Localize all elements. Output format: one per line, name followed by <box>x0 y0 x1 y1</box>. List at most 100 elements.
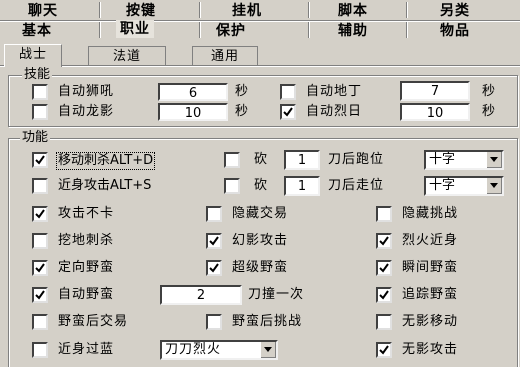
check-mark-icon <box>283 107 293 117</box>
dig-stab-label: 挖地刺杀 <box>58 233 115 248</box>
auto-barbarian-label: 自动野蛮 <box>58 287 115 302</box>
dropdown-button[interactable] <box>486 152 502 168</box>
challenge-after-barbarian-label: 野蛮后挑战 <box>232 314 303 329</box>
super-barbarian-checkbox[interactable] <box>206 260 222 276</box>
hide-challenge-label: 隐藏挑战 <box>402 206 459 221</box>
chevron-down-icon <box>490 183 498 188</box>
chop-walk-count[interactable]: 1 <box>284 176 320 196</box>
chop-walk-label: 砍 <box>254 178 269 193</box>
auto-lion-roar-seconds[interactable]: 6 <box>158 83 228 101</box>
auto-ground-spike-checkbox[interactable] <box>280 84 296 100</box>
check-mark-icon <box>209 263 219 273</box>
subtab-general[interactable]: 通用 <box>192 46 258 67</box>
dropdown-button[interactable] <box>260 342 276 358</box>
track-barbarian-checkbox[interactable] <box>376 287 392 303</box>
tab-divider <box>99 22 101 38</box>
shadowless-attack-label: 无影攻击 <box>402 342 459 357</box>
auto-barbarian-suffix: 刀撞一次 <box>248 287 305 302</box>
auto-lion-roar-label: 自动狮吼 <box>58 84 115 99</box>
check-mark-icon <box>35 290 45 300</box>
skills-group-legend: 技能 <box>22 67 53 82</box>
auto-barbarian-count[interactable]: 2 <box>160 285 242 305</box>
attack-no-lag-checkbox[interactable] <box>32 206 48 222</box>
trade-after-barbarian-checkbox[interactable] <box>32 314 48 330</box>
close-cross-blue-label: 近身过蓝 <box>58 342 115 357</box>
auto-dragon-shadow-label: 自动龙影 <box>58 104 115 119</box>
chop-walk-suffix: 刀后走位 <box>328 178 385 193</box>
chop-run-count[interactable]: 1 <box>284 150 320 170</box>
auto-blazing-sun-seconds[interactable]: 10 <box>400 103 470 121</box>
tab-script[interactable]: 脚本 <box>338 2 368 20</box>
subtab-warrior[interactable]: 战士 <box>4 44 62 67</box>
hide-challenge-checkbox[interactable] <box>376 206 392 222</box>
move-stab-label: 移动刺杀ALT+D <box>56 152 156 170</box>
tab-divider <box>199 22 201 38</box>
hide-trade-checkbox[interactable] <box>206 206 222 222</box>
subtab-baseline <box>0 65 520 67</box>
unit-seconds: 秒 <box>235 84 250 99</box>
tab-chat[interactable]: 聊天 <box>28 2 58 20</box>
function-group-legend: 功能 <box>20 130 51 145</box>
close-attack-label: 近身攻击ALT+S <box>58 178 152 193</box>
chop-run-label: 砍 <box>254 152 269 167</box>
auto-blazing-sun-checkbox[interactable] <box>280 104 296 120</box>
chop-run-select[interactable]: 十字 <box>424 150 504 170</box>
instant-barbarian-label: 瞬间野蛮 <box>402 260 459 275</box>
track-barbarian-label: 追踪野蛮 <box>402 287 459 302</box>
blazing-fire-close-checkbox[interactable] <box>376 233 392 249</box>
tab-protection[interactable]: 保护 <box>216 22 246 40</box>
instant-barbarian-checkbox[interactable] <box>376 260 392 276</box>
tab-profession[interactable]: 职业 <box>116 20 154 38</box>
unit-seconds: 秒 <box>235 104 250 119</box>
phantom-attack-label: 幻影攻击 <box>232 233 289 248</box>
tab-idle[interactable]: 挂机 <box>232 2 262 20</box>
chevron-down-icon <box>264 347 272 352</box>
chop-walk-select[interactable]: 十字 <box>424 176 504 196</box>
unit-seconds: 秒 <box>482 84 497 99</box>
tab-divider <box>99 2 101 18</box>
tab-divider <box>308 22 310 38</box>
tab-basic[interactable]: 基本 <box>22 22 52 40</box>
tab-keys[interactable]: 按键 <box>126 2 156 20</box>
directed-barbarian-label: 定向野蛮 <box>58 260 115 275</box>
dig-stab-checkbox[interactable] <box>32 233 48 249</box>
chop-walk-checkbox[interactable] <box>224 178 240 194</box>
auto-barbarian-checkbox[interactable] <box>32 287 48 303</box>
tab-divider <box>199 2 201 18</box>
tab-divider <box>406 2 408 18</box>
check-mark-icon <box>35 155 45 165</box>
move-stab-checkbox[interactable] <box>32 152 48 168</box>
shadowless-attack-checkbox[interactable] <box>376 342 392 358</box>
challenge-after-barbarian-checkbox[interactable] <box>206 314 222 330</box>
dropdown-button[interactable] <box>486 178 502 194</box>
tab-divider <box>406 22 408 38</box>
phantom-attack-checkbox[interactable] <box>206 233 222 249</box>
close-cross-blue-select-value: 刀刀烈火 <box>165 342 222 357</box>
auto-dragon-shadow-checkbox[interactable] <box>32 104 48 120</box>
close-attack-checkbox[interactable] <box>32 178 48 194</box>
check-mark-icon <box>209 236 219 246</box>
close-cross-blue-select[interactable]: 刀刀烈火 <box>160 340 278 360</box>
shadowless-move-label: 无影移动 <box>402 314 459 329</box>
attack-no-lag-label: 攻击不卡 <box>58 206 115 221</box>
chevron-down-icon <box>490 157 498 162</box>
auto-blazing-sun-label: 自动烈日 <box>306 104 363 119</box>
auto-dragon-shadow-seconds[interactable]: 10 <box>158 103 228 121</box>
shadowless-move-checkbox[interactable] <box>376 314 392 330</box>
directed-barbarian-checkbox[interactable] <box>32 260 48 276</box>
close-cross-blue-checkbox[interactable] <box>32 342 48 358</box>
check-mark-icon <box>379 236 389 246</box>
trade-after-barbarian-label: 野蛮后交易 <box>58 314 129 329</box>
tab-divider <box>308 2 310 18</box>
chop-run-checkbox[interactable] <box>224 152 240 168</box>
auto-ground-spike-seconds[interactable]: 7 <box>400 81 470 101</box>
check-mark-icon <box>379 345 389 355</box>
subtab-mage-taoist[interactable]: 法道 <box>88 46 166 67</box>
auto-lion-roar-checkbox[interactable] <box>32 84 48 100</box>
super-barbarian-label: 超级野蛮 <box>232 260 289 275</box>
tab-assist[interactable]: 辅助 <box>338 22 368 40</box>
unit-seconds: 秒 <box>482 104 497 119</box>
tab-items[interactable]: 物品 <box>440 22 470 40</box>
tab-other[interactable]: 另类 <box>440 2 470 20</box>
function-group <box>8 138 518 367</box>
